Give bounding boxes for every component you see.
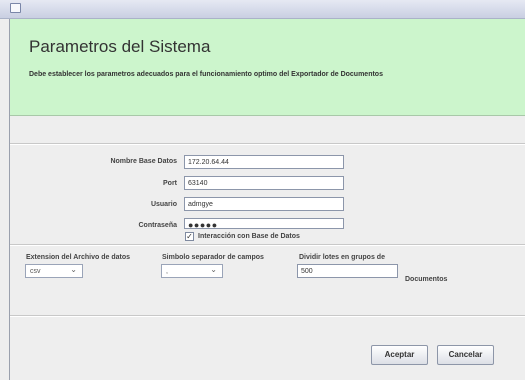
lots-label: Dividir lotes en grupos de — [299, 254, 385, 261]
password-label: Contraseña — [138, 222, 177, 229]
db-interaction-label: Interacción con Base de Datos — [198, 233, 300, 240]
lots-unit-label: Documentos — [405, 276, 448, 283]
separator-select[interactable]: , ⌄ — [161, 264, 223, 278]
page-title: Parametros del Sistema — [29, 37, 211, 56]
divider — [10, 245, 525, 246]
user-field[interactable]: admgye — [184, 197, 344, 211]
accept-button[interactable]: Aceptar — [371, 345, 428, 365]
user-label: Usuario — [150, 201, 177, 208]
port-label: Port — [163, 180, 177, 187]
db-interaction-checkbox[interactable]: ✓ — [185, 232, 194, 241]
divider — [10, 316, 525, 317]
lots-field[interactable]: 500 — [297, 264, 398, 278]
db-name-field[interactable]: 172.20.64.44 — [184, 155, 344, 169]
chevron-down-icon: ⌄ — [210, 265, 217, 274]
window-menu-icon[interactable] — [10, 3, 21, 13]
extension-select[interactable]: csv ⌄ — [25, 264, 83, 278]
divider — [10, 144, 525, 145]
extension-select-value: csv — [30, 268, 41, 275]
cancel-button[interactable]: Cancelar — [437, 345, 494, 365]
header-panel: Parametros del Sistema Debe establecer l… — [10, 19, 525, 116]
separator-label: Simbolo separador de campos — [162, 254, 264, 261]
chevron-down-icon: ⌄ — [70, 265, 77, 274]
settings-window: Parametros del Sistema Debe establecer l… — [0, 0, 525, 380]
password-field[interactable]: ●●●●● — [184, 218, 344, 230]
port-field[interactable]: 63140 — [184, 176, 344, 190]
db-name-label: Nombre Base Datos — [110, 158, 177, 165]
extension-label: Extension del Archivo de datos — [26, 254, 130, 261]
separator-select-value: , — [166, 268, 168, 275]
title-bar[interactable] — [0, 0, 525, 19]
page-subtitle: Debe establecer los parametros adecuados… — [29, 71, 383, 78]
